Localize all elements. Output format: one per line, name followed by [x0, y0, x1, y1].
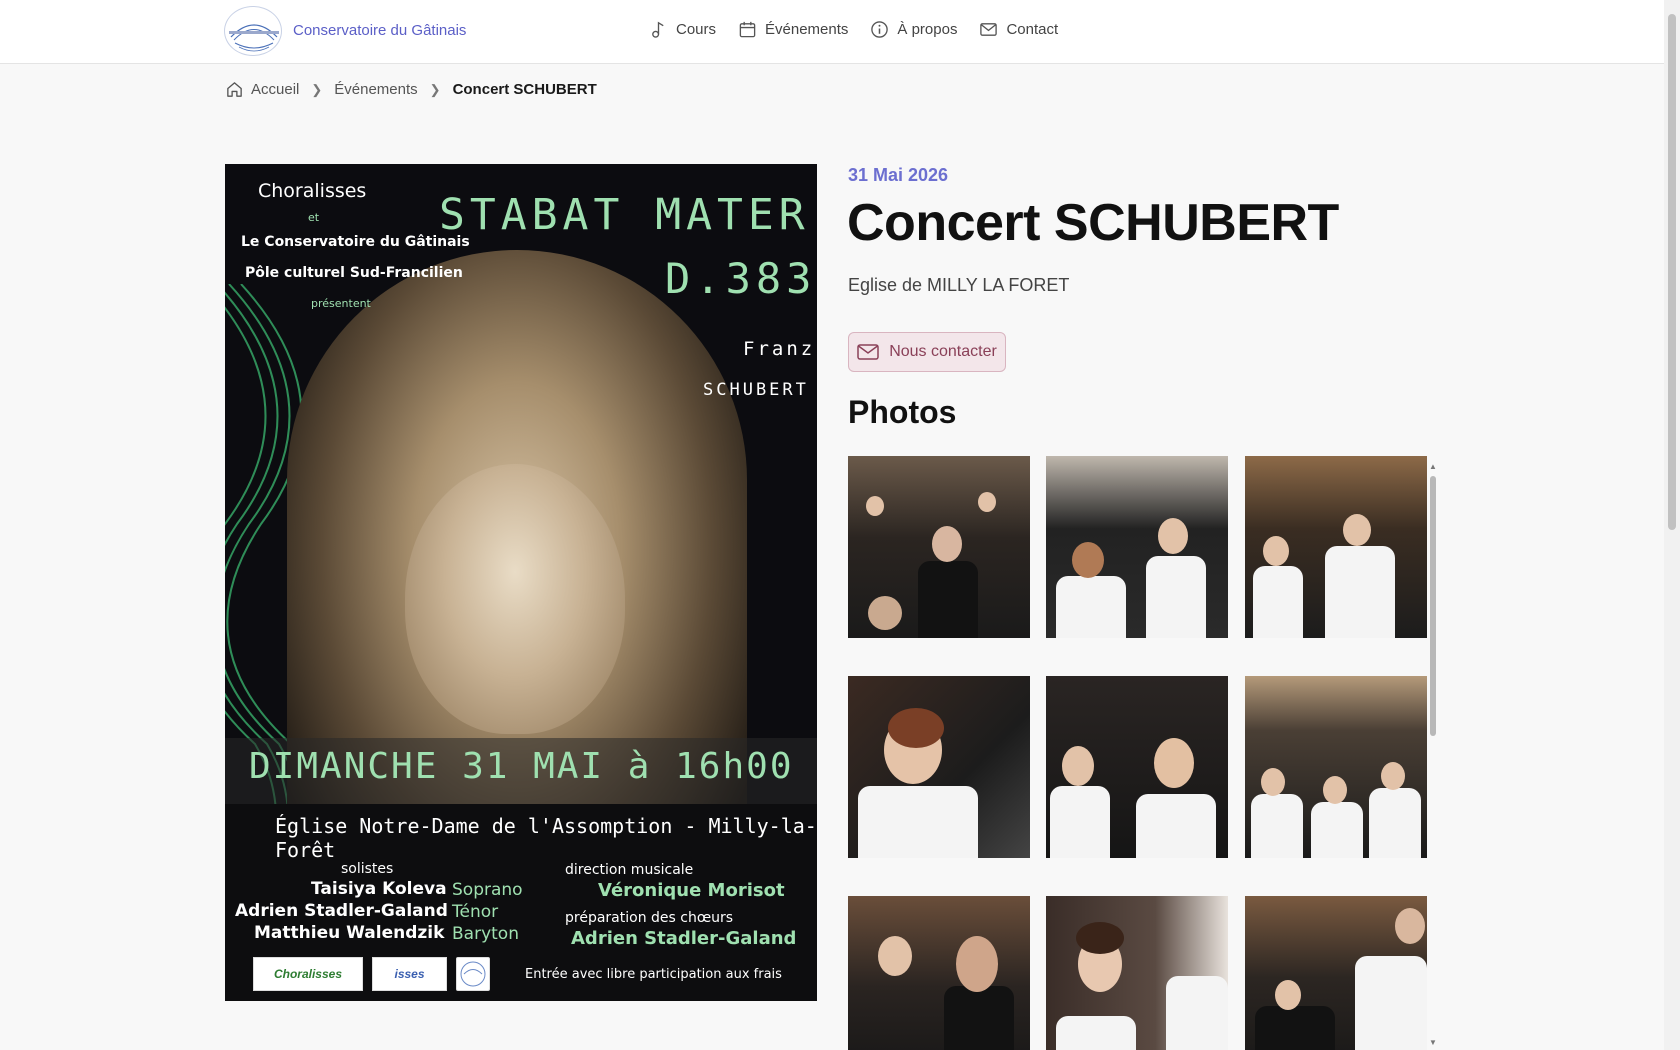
nav-evenements[interactable]: Événements [738, 20, 848, 39]
poster-statue-face [405, 464, 625, 734]
gallery-photo[interactable] [1245, 676, 1427, 858]
poster-prep-label: préparation des chœurs [565, 910, 734, 926]
calendar-icon [739, 21, 756, 38]
brand-name[interactable]: Conservatoire du Gâtinais [293, 22, 466, 39]
conservatoire-emblem-icon [460, 961, 486, 987]
poster-soloist-name: Taisiya Koleva [311, 879, 447, 899]
breadcrumb: Accueil ❯ Événements ❯ Concert SCHUBERT [225, 80, 597, 99]
poster-composer-first: Franz [743, 338, 816, 360]
poster-org1: Choralisses [258, 180, 367, 202]
gallery-photo[interactable] [848, 676, 1030, 858]
chevron-right-icon: ❯ [429, 81, 441, 97]
poster-solistes-label: solistes [341, 861, 394, 877]
breadcrumb-home-label: Accueil [251, 81, 300, 98]
nav-label: Contact [1006, 21, 1059, 38]
music-note-icon [652, 21, 664, 38]
nav-label: Événements [765, 21, 849, 38]
poster-entry-note: Entrée avec libre participation aux frai… [525, 967, 782, 982]
top-header: Conservatoire du Gâtinais Cours Événemen… [0, 0, 1664, 64]
poster-date-line: DIMANCHE 31 MAI à 16h00 [249, 746, 794, 787]
page-scrollbar-thumb[interactable] [1668, 14, 1676, 530]
gallery-photo[interactable] [1046, 896, 1228, 1050]
event-venue: Eglise de MILLY LA FORET [848, 275, 1070, 295]
contact-button-label: Nous contacter [889, 343, 997, 360]
poster-soloist-name: Adrien Stadler-Galand [235, 901, 448, 921]
info-icon [871, 21, 889, 38]
page-scrollbar[interactable] [1664, 0, 1680, 1050]
nav-label: À propos [897, 21, 958, 38]
poster-direction-label: direction musicale [565, 862, 694, 878]
event-date: 31 Mai 2026 [848, 165, 949, 185]
event-title: Concert SCHUBERT [847, 194, 1339, 252]
sponsor-logo-isses: isses [372, 957, 447, 991]
sponsor-logo-choralisses: Choralisses [253, 957, 363, 991]
poster-composer-last: SCHUBERT [703, 380, 809, 400]
poster-prep-name: Adrien Stadler-Galand [571, 928, 797, 949]
poster-org2: Le Conservatoire du Gâtinais [241, 234, 470, 250]
photo-gallery [848, 456, 1448, 1050]
logo-emblem-icon [229, 24, 279, 52]
poster-soloist-voice: Baryton [452, 924, 519, 944]
gallery-photo[interactable] [848, 456, 1030, 638]
poster-et: et [308, 211, 320, 224]
breadcrumb-home[interactable]: Accueil [225, 80, 299, 99]
nav-contact[interactable]: Contact [979, 20, 1058, 39]
poster-org3: Pôle culturel Sud-Francilien [245, 265, 463, 281]
sponsor-logo-conservatoire [456, 957, 490, 991]
scroll-down-arrow-icon[interactable]: ▼ [1429, 1038, 1437, 1047]
poster-soloist-voice: Ténor [452, 902, 499, 922]
gallery-photo[interactable] [1046, 456, 1228, 638]
gallery-photo[interactable] [848, 896, 1030, 1050]
gallery-photo[interactable] [1245, 456, 1427, 638]
mail-icon [857, 344, 879, 360]
photos-heading: Photos [848, 394, 957, 430]
main-nav: Cours Événements À propos Contact [649, 20, 1058, 39]
contact-button[interactable]: Nous contacter [848, 332, 1006, 372]
event-poster: Choralisses et Le Conservatoire du Gâtin… [225, 164, 817, 1001]
scroll-up-arrow-icon[interactable]: ▲ [1429, 462, 1437, 471]
gallery-scrollbar[interactable]: ▲ ▼ [1428, 462, 1438, 1050]
poster-soloist-name: Matthieu Walendzik [254, 923, 445, 943]
breadcrumb-current: Concert SCHUBERT [452, 81, 597, 98]
nav-cours[interactable]: Cours [649, 20, 716, 39]
poster-work-number: D.383 [665, 254, 817, 303]
poster-work-title: STABAT MATER [439, 190, 810, 240]
poster-presentent: présentent [311, 297, 371, 310]
poster-director: Véronique Morisot [598, 880, 785, 901]
poster-place-line: Église Notre-Dame de l'Assomption - Mill… [275, 814, 817, 862]
poster-soloist-voice: Soprano [452, 880, 523, 900]
site-logo[interactable] [224, 6, 282, 56]
nav-label: Cours [676, 21, 717, 38]
gallery-scrollbar-thumb[interactable] [1430, 476, 1436, 736]
gallery-photo[interactable] [1245, 896, 1427, 1050]
chevron-right-icon: ❯ [311, 81, 323, 97]
home-icon [227, 82, 242, 97]
nav-apropos[interactable]: À propos [870, 20, 957, 39]
mail-icon [980, 23, 998, 36]
breadcrumb-events[interactable]: Événements [334, 81, 417, 98]
gallery-photo[interactable] [1046, 676, 1228, 858]
